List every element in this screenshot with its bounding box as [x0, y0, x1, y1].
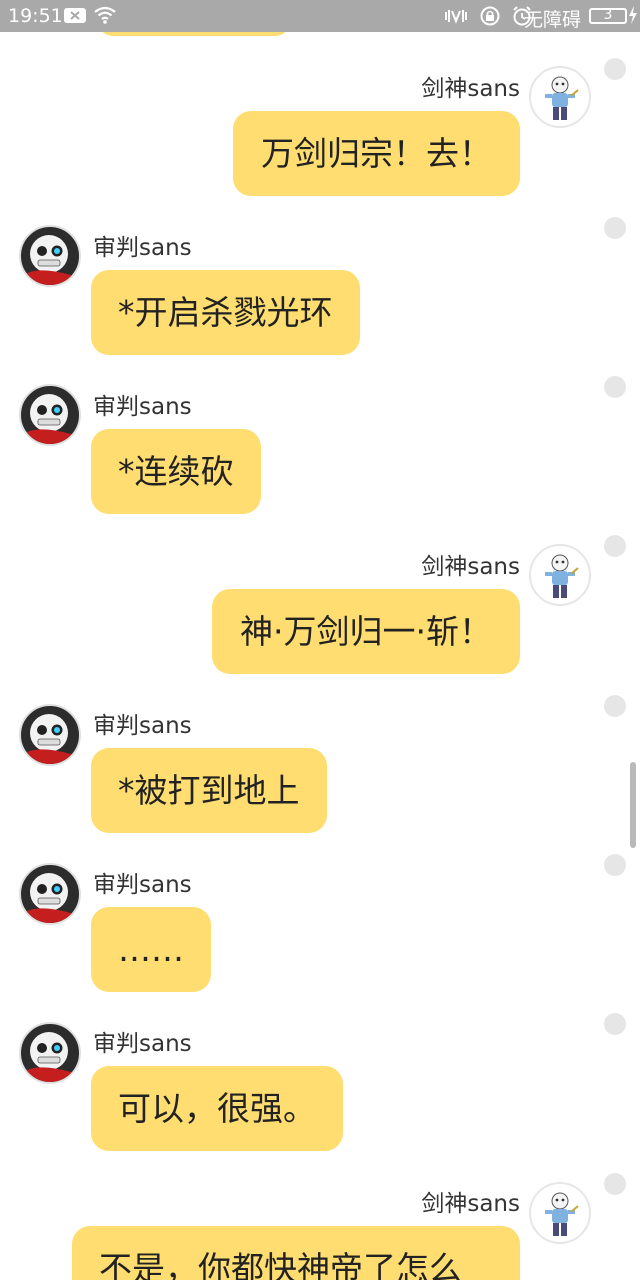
- lock-icon: [480, 6, 500, 31]
- accessibility-label: 无障碍: [524, 9, 582, 31]
- status-time: 19:51: [8, 5, 63, 27]
- notification-icon: [64, 8, 86, 23]
- battery-icon: 3: [589, 7, 627, 24]
- sender-name: 审判sans: [93, 235, 192, 261]
- sender-name: 剑神sans: [421, 1191, 520, 1217]
- sender-name: 审判sans: [93, 1031, 192, 1057]
- avatar-judgment-sans[interactable]: [19, 1022, 81, 1084]
- battery-level: 3: [603, 7, 613, 23]
- avatar-judgment-sans[interactable]: [19, 384, 81, 446]
- read-status-dot: [604, 376, 626, 398]
- read-status-dot: [604, 217, 626, 239]
- message-bubble-partial: [97, 32, 291, 36]
- sender-name: 审判sans: [93, 394, 192, 420]
- vibrate-icon: [444, 6, 468, 31]
- read-status-dot: [604, 535, 626, 557]
- message-bubble[interactable]: 万剑归宗！去！: [233, 111, 520, 196]
- message-bubble[interactable]: ……: [91, 907, 211, 992]
- read-status-dot: [604, 854, 626, 876]
- message-bubble[interactable]: *被打到地上: [91, 748, 327, 833]
- avatar-sword-sans[interactable]: [529, 1182, 591, 1244]
- avatar-judgment-sans[interactable]: [19, 704, 81, 766]
- avatar-judgment-sans[interactable]: [19, 863, 81, 925]
- chat-area[interactable]: 剑神sans 万剑归宗！去！ 审判sans *开启杀戮光环 审判sans *连续…: [0, 32, 640, 1280]
- message-bubble[interactable]: *连续砍: [91, 429, 261, 514]
- message-bubble[interactable]: *开启杀戮光环: [91, 270, 360, 355]
- sender-name: 审判sans: [93, 713, 192, 739]
- read-status-dot: [604, 1173, 626, 1195]
- avatar-sword-sans[interactable]: [529, 66, 591, 128]
- read-status-dot: [604, 695, 626, 717]
- message-bubble[interactable]: 不是，你都快神帝了怎么: [72, 1226, 520, 1280]
- message-bubble[interactable]: 可以，很强。: [91, 1066, 343, 1151]
- avatar-judgment-sans[interactable]: [19, 225, 81, 287]
- sender-name: 剑神sans: [421, 554, 520, 580]
- read-status-dot: [604, 1013, 626, 1035]
- sender-name: 审判sans: [93, 872, 192, 898]
- avatar-sword-sans[interactable]: [529, 544, 591, 606]
- status-bar: 19:51 无障碍 3: [0, 0, 640, 32]
- message-bubble[interactable]: 神·万剑归一·斩！: [212, 589, 520, 674]
- scrollbar[interactable]: [630, 762, 636, 848]
- wifi-icon: [93, 5, 117, 30]
- charging-icon: [628, 6, 638, 28]
- sender-name: 剑神sans: [421, 76, 520, 102]
- read-status-dot: [604, 58, 626, 80]
